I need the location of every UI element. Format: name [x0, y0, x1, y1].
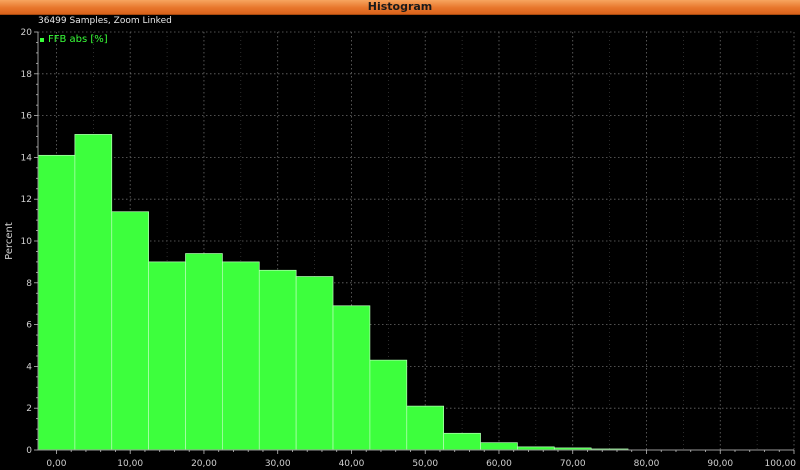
x-tick-label: 30,00	[265, 459, 291, 469]
histogram-bar	[369, 359, 408, 451]
y-tick-label: 20	[21, 28, 33, 38]
y-tick-label: 0	[26, 446, 32, 456]
histogram-bar	[222, 261, 260, 451]
x-tick-label: 50,00	[412, 459, 438, 469]
y-tick-label: 10	[21, 237, 33, 247]
x-tick-label: 60,00	[486, 459, 512, 469]
x-tick-label: 20,00	[191, 459, 217, 469]
histogram-bar	[111, 211, 149, 451]
y-tick-label: 18	[21, 70, 33, 80]
y-tick-label: 16	[21, 112, 33, 122]
histogram-bar	[185, 253, 223, 451]
x-tick-label: 10,00	[117, 459, 143, 469]
x-tick-label: 40,00	[339, 459, 365, 469]
histogram-bar	[148, 261, 186, 451]
y-tick-label: 14	[21, 153, 33, 163]
x-tick-label: 90,00	[707, 459, 733, 469]
x-tick-label: 100,00	[765, 459, 797, 469]
histogram-bar	[443, 432, 481, 451]
histogram-bar	[37, 154, 76, 451]
histogram-bar	[332, 305, 371, 451]
y-tick-label: 2	[26, 404, 32, 414]
legend: FFB abs [%]	[40, 34, 108, 45]
x-tick-label: 0,00	[46, 459, 66, 469]
x-tick-label: 70,00	[560, 459, 586, 469]
x-tick-label: 80,00	[634, 459, 660, 469]
y-axis-label: Percent	[4, 222, 15, 260]
legend-swatch-icon	[40, 37, 44, 42]
y-tick-label: 12	[21, 195, 32, 205]
histogram-bar	[480, 442, 518, 451]
histogram-bar	[74, 134, 113, 451]
legend-label: FFB abs [%]	[48, 34, 108, 45]
histogram-bar	[406, 405, 445, 451]
histogram-bar	[258, 269, 297, 451]
y-tick-label: 4	[26, 362, 32, 372]
histogram-chart: 0 2 4 6 8 10 12 14 16 18 20 0,00 10,00 20,00 30,00 40,0…	[4, 28, 797, 469]
y-tick-label: 6	[26, 321, 32, 331]
y-tick-label: 8	[26, 279, 32, 289]
histogram-bar	[295, 276, 334, 451]
